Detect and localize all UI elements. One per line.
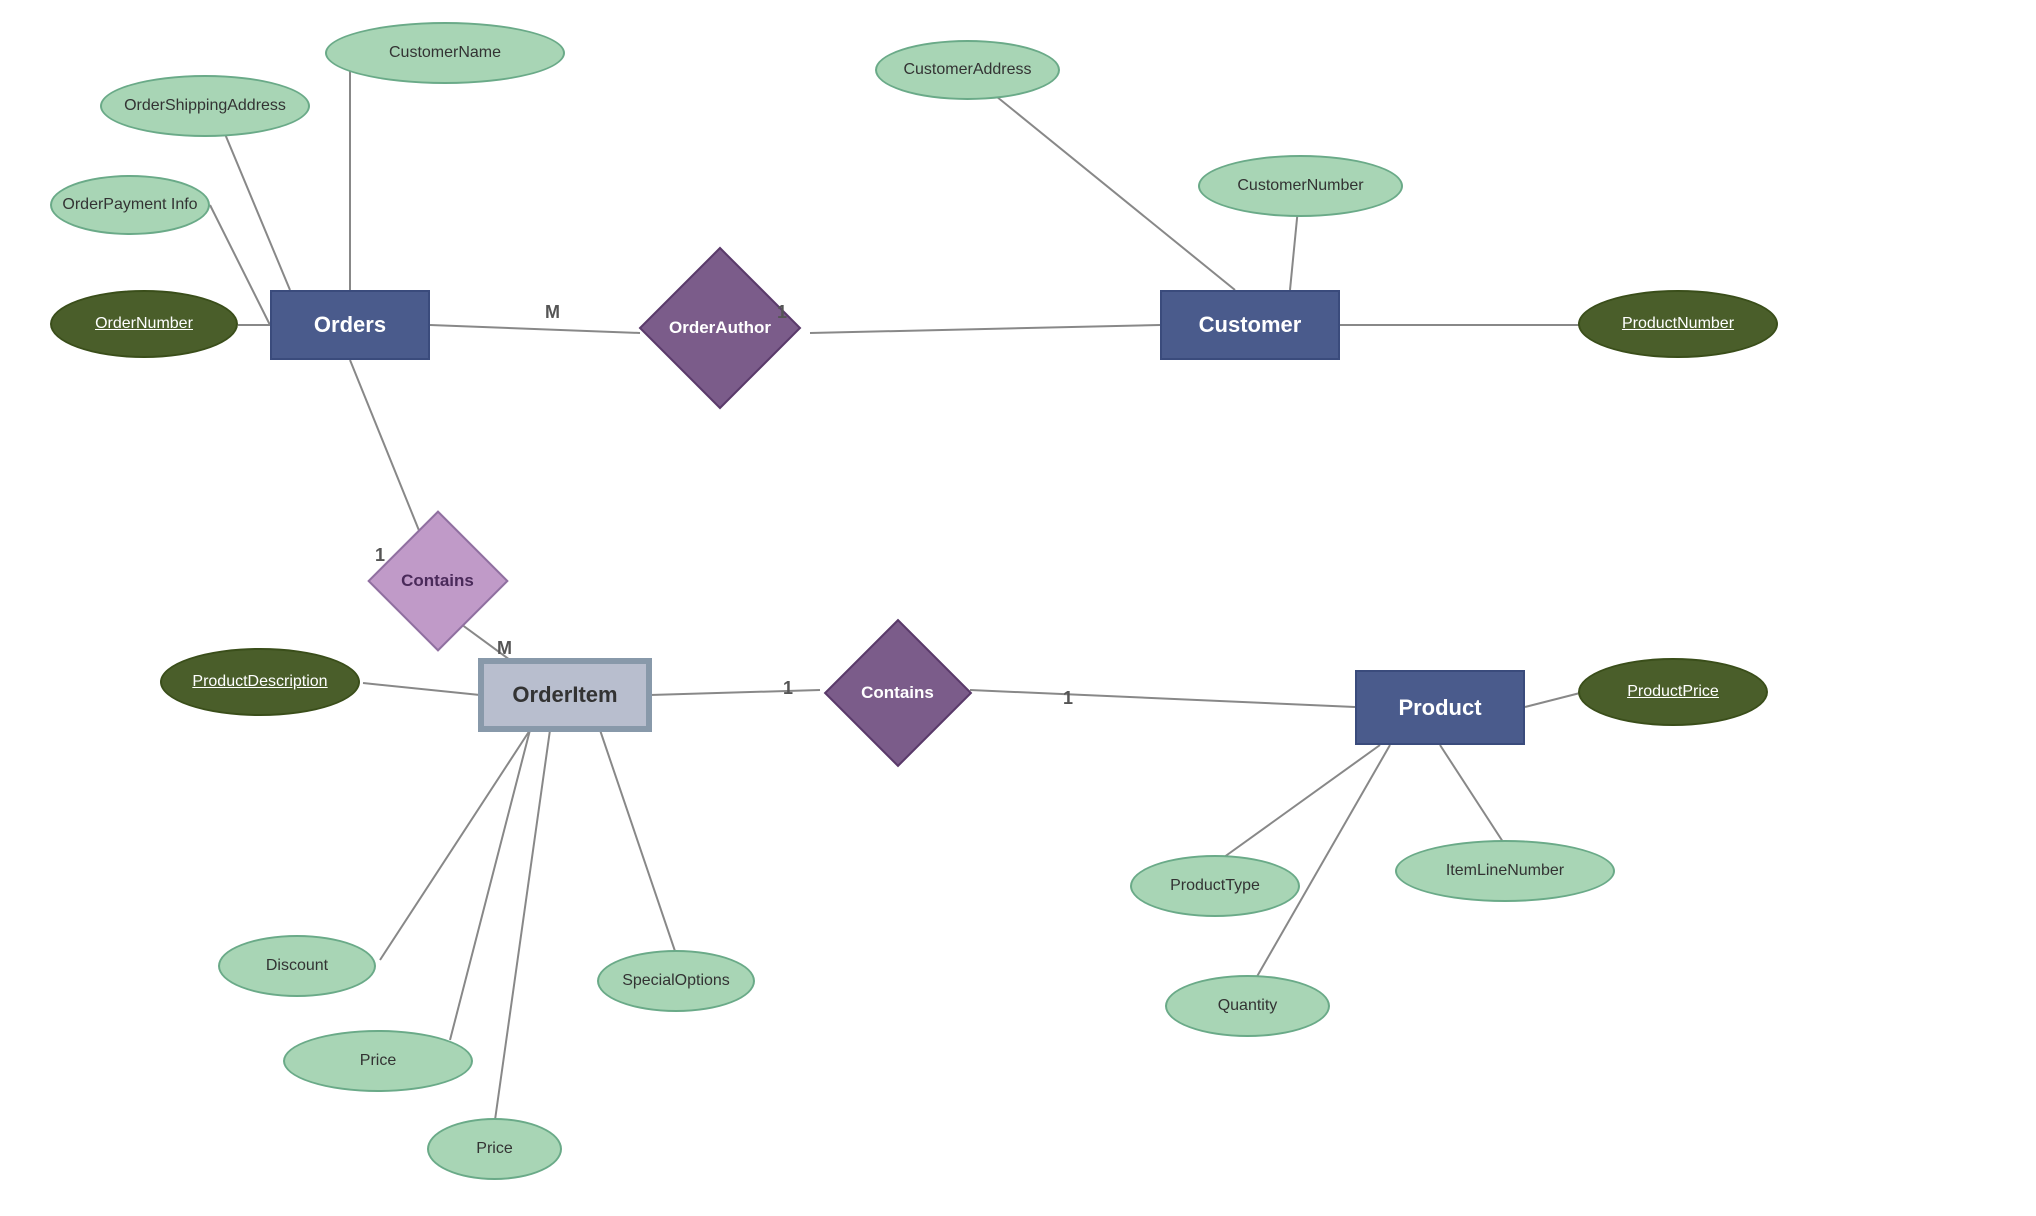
attribute-producttype: Quantity bbox=[1165, 975, 1330, 1037]
attribute-specialoptions: Price bbox=[283, 1030, 473, 1092]
cardinality-1-contains1: 1 bbox=[375, 545, 385, 566]
entity-orderitem: OrderItem bbox=[480, 660, 650, 730]
attribute-orderpayment: OrderShippingAddress bbox=[100, 75, 310, 137]
entity-product: Product bbox=[1355, 670, 1525, 745]
er-diagram: Orders Customer Product OrderItem OrderA… bbox=[0, 0, 2036, 1216]
cardinality-1-orderauthor: 1 bbox=[777, 302, 787, 323]
cardinality-1-contains2-left: 1 bbox=[783, 678, 793, 699]
attribute-customeraddress: CustomerNumber bbox=[1198, 155, 1403, 217]
attribute-quantity: Discount bbox=[218, 935, 376, 997]
attribute-ordernumber: OrderNumber bbox=[50, 290, 238, 358]
entity-orders: Orders bbox=[270, 290, 430, 360]
attribute-productnumber: ProductPrice bbox=[1578, 658, 1768, 726]
attribute-ordershipping: CustomerName bbox=[325, 22, 565, 84]
connection-lines bbox=[0, 0, 2036, 1216]
attribute-discount: SpecialOptions bbox=[597, 950, 755, 1012]
attribute-price: Price bbox=[427, 1118, 562, 1180]
attribute-customername: CustomerAddress bbox=[875, 40, 1060, 100]
entity-customer: Customer bbox=[1160, 290, 1340, 360]
attribute-itemlinenumber: ProductDescription bbox=[160, 648, 360, 716]
cardinality-m-contains1: M bbox=[497, 638, 512, 659]
cardinality-1-contains2-right: 1 bbox=[1063, 688, 1073, 709]
attribute-productdescription: ItemLineNumber bbox=[1395, 840, 1615, 902]
attribute-customernumber: ProductNumber bbox=[1578, 290, 1778, 358]
relationship-contains1: Contains bbox=[360, 528, 515, 633]
relationship-orderauthor: OrderAuthor bbox=[630, 270, 810, 385]
relationship-contains2: Contains bbox=[820, 640, 975, 745]
cardinality-m-orderauthor: M bbox=[545, 302, 560, 323]
attribute-productprice: ProductType bbox=[1130, 855, 1300, 917]
attribute-orderdate: OrderPayment Info bbox=[50, 175, 210, 235]
